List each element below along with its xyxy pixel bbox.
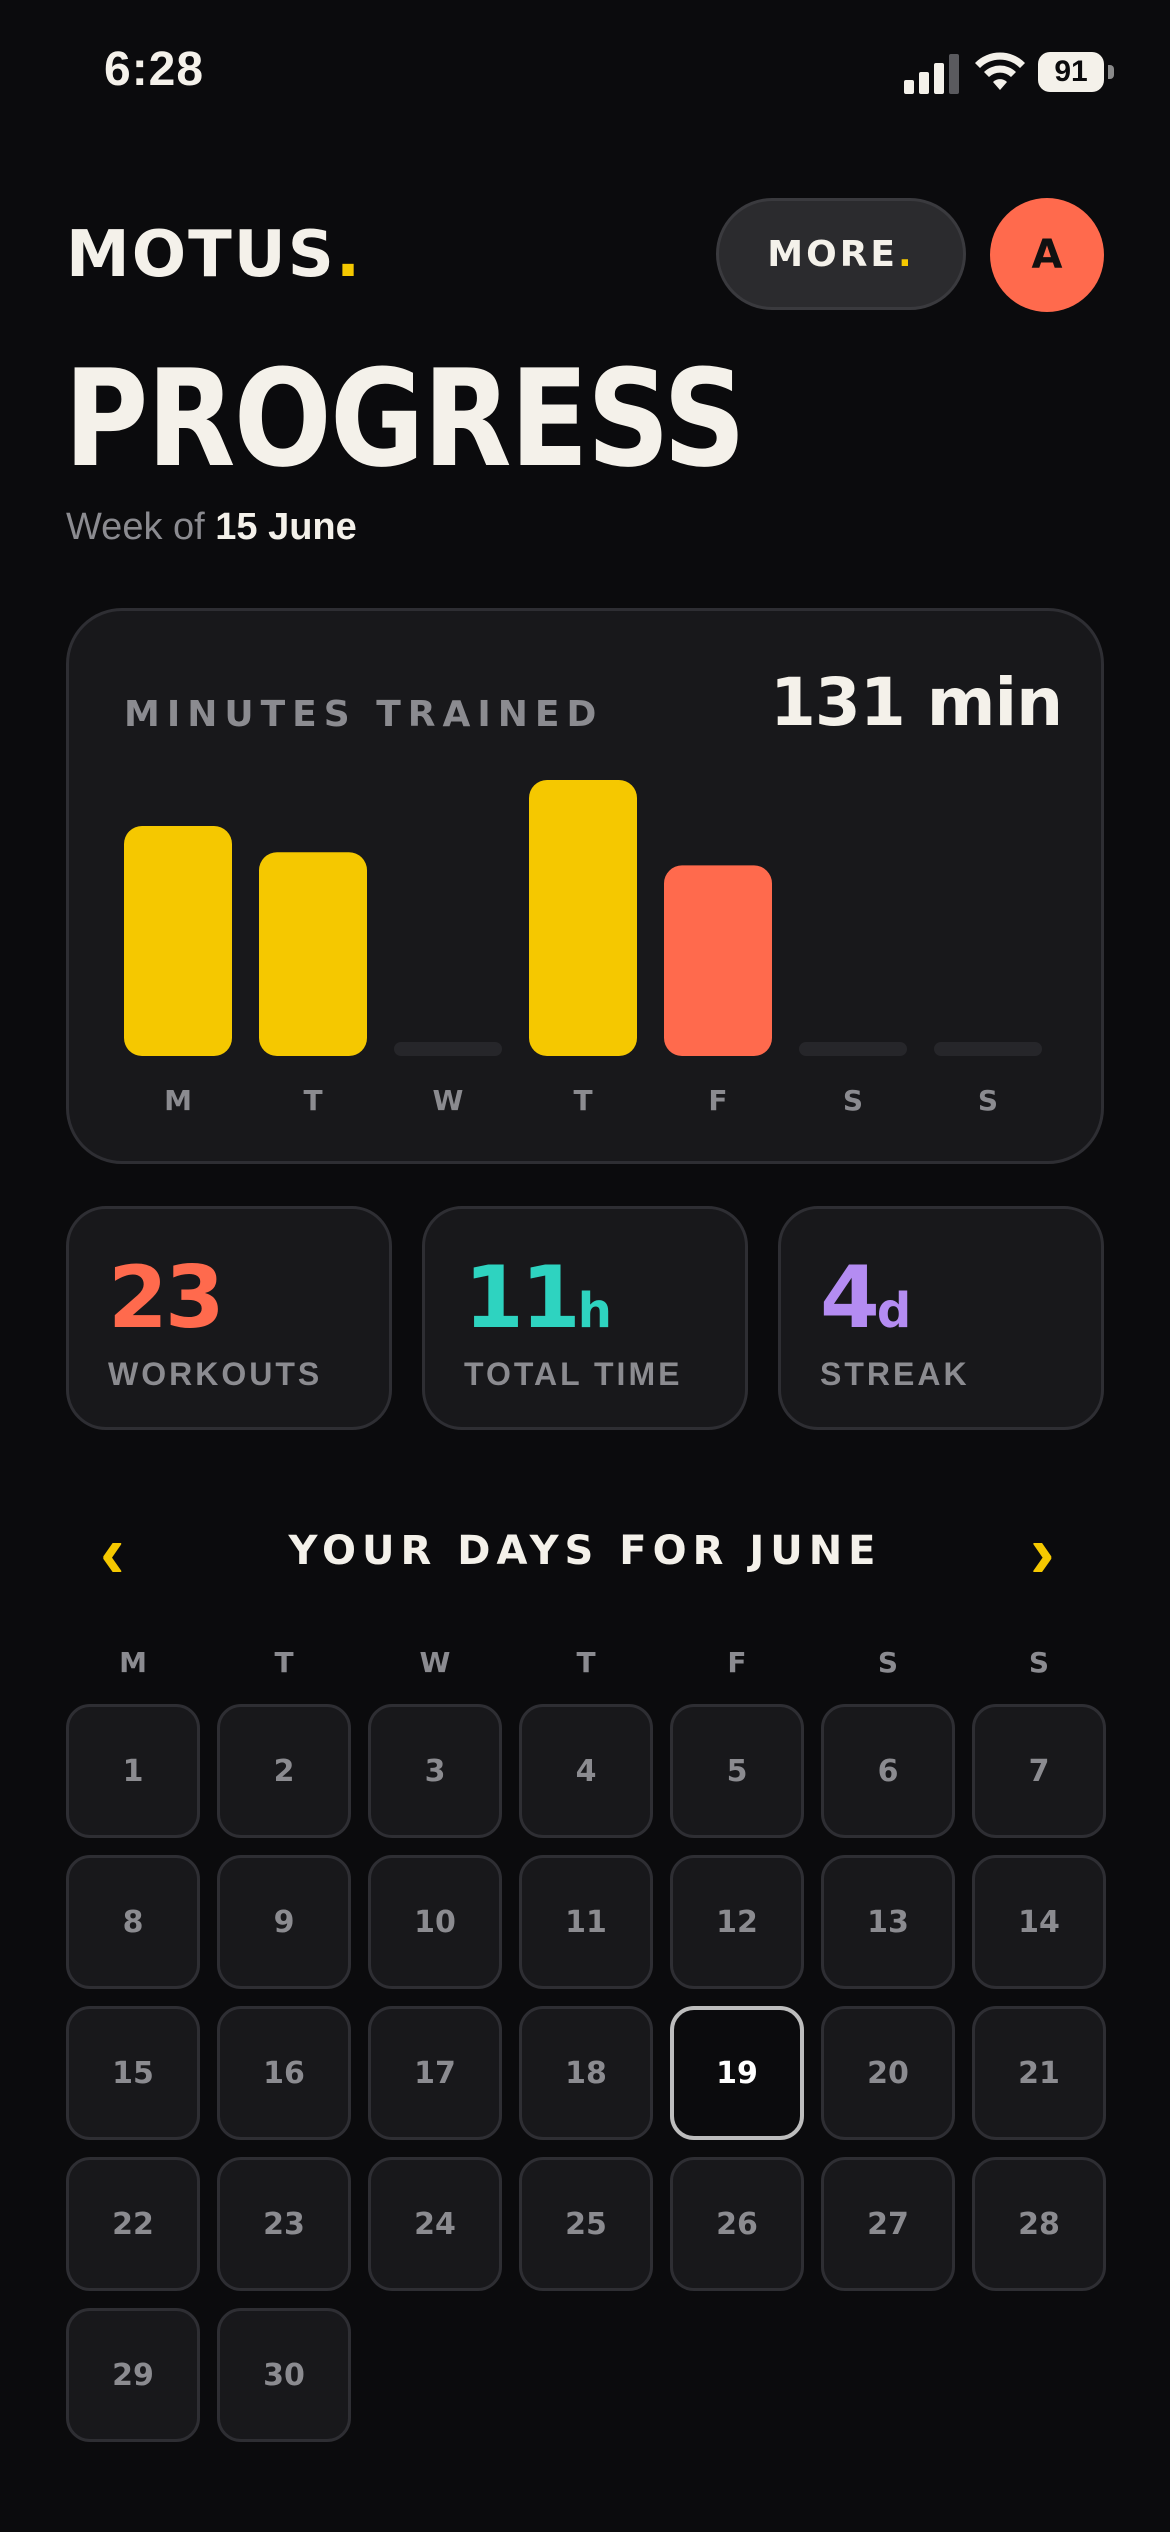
total-time-number: 11 [464,1248,581,1348]
calendar-day-today[interactable]: 19 [670,2006,804,2140]
calendar-day[interactable]: 13 [821,1855,955,1989]
weekday-header: S [1028,1646,1050,1679]
bar-1 [259,852,367,1056]
signal-icon [904,54,959,94]
calendar-title: YOUR DAYS FOR JUNE [288,1528,882,1574]
bar-label-1: T [303,1084,322,1117]
week-subtitle: Week of 15 June [66,506,357,549]
total-time-value: 11h [464,1248,612,1348]
calendar-day[interactable]: 20 [821,2006,955,2140]
calendar-day[interactable]: 9 [217,1855,351,1989]
streak-unit: d [876,1283,911,1339]
bar-6 [934,1042,1042,1056]
streak-label: STREAK [820,1356,970,1392]
calendar-day[interactable]: 21 [972,2006,1106,2140]
calendar-day[interactable]: 17 [368,2006,502,2140]
workouts-number: 23 [108,1248,225,1348]
next-month-button[interactable]: › [1030,1512,1055,1592]
bar-label-3: T [573,1084,592,1117]
battery-icon: 91 [1038,52,1114,92]
more-label: MORE [767,233,899,275]
more-dot: . [898,233,915,275]
workouts-label: WORKOUTS [108,1356,323,1392]
calendar-day[interactable]: 26 [670,2157,804,2291]
calendar-day[interactable]: 18 [519,2006,653,2140]
bar-label-2: W [433,1084,464,1117]
bar-label-5: S [843,1084,863,1117]
calendar-day[interactable]: 29 [66,2308,200,2442]
calendar-day[interactable]: 1 [66,1704,200,1838]
calendar-day[interactable]: 15 [66,2006,200,2140]
page-title: PROGRESS [64,341,746,497]
calendar-day[interactable]: 2 [217,1704,351,1838]
bar-4 [664,865,772,1056]
calendar-day[interactable]: 16 [217,2006,351,2140]
calendar-day[interactable]: 25 [519,2157,653,2291]
brand-dot: . [335,218,363,292]
calendar-day[interactable]: 24 [368,2157,502,2291]
calendar-day[interactable]: 14 [972,1855,1106,1989]
calendar-day[interactable]: 7 [972,1704,1106,1838]
avatar[interactable]: A [990,198,1104,312]
weekday-header: W [419,1646,451,1679]
calendar-day[interactable]: 6 [821,1704,955,1838]
calendar-day[interactable]: 12 [670,1855,804,1989]
bar-0 [124,826,232,1056]
bar-2 [394,1042,502,1056]
wifi-icon [975,52,1025,90]
brand-name: MOTUS [66,218,336,292]
calendar-day[interactable]: 4 [519,1704,653,1838]
calendar-day[interactable]: 3 [368,1704,502,1838]
weekday-header: S [877,1646,899,1679]
weekday-header: T [274,1646,294,1679]
calendar-day[interactable]: 27 [821,2157,955,2291]
brand-logo: MOTUS. [66,218,362,292]
status-time: 6:28 [104,43,205,96]
week-prefix: Week of [66,506,205,548]
minutes-bar-chart: MTWTFSS [124,780,1042,1117]
calendar-day[interactable]: 22 [66,2157,200,2291]
total-time-unit: h [577,1283,612,1339]
workouts-value: 23 [108,1248,225,1348]
streak-value: 4d [820,1248,911,1348]
weekday-header: T [576,1646,596,1679]
bar-3 [529,780,637,1056]
total-time-label: TOTAL TIME [464,1356,683,1392]
battery-level: 91 [1038,52,1104,92]
bar-label-6: S [978,1084,998,1117]
more-button[interactable]: MORE. [716,198,966,310]
week-date: 15 June [215,506,357,548]
weekday-header: M [119,1646,147,1679]
calendar-day[interactable]: 28 [972,2157,1106,2291]
calendar-day[interactable]: 23 [217,2157,351,2291]
bar-label-0: M [164,1084,192,1117]
calendar-day[interactable]: 8 [66,1855,200,1989]
calendar-day[interactable]: 30 [217,2308,351,2442]
streak-number: 4 [820,1248,880,1348]
calendar-day[interactable]: 5 [670,1704,804,1838]
weekday-header: F [727,1646,747,1679]
calendar-day[interactable]: 11 [519,1855,653,1989]
bar-5 [799,1042,907,1056]
calendar-day[interactable]: 10 [368,1855,502,1989]
bar-label-4: F [708,1084,727,1117]
